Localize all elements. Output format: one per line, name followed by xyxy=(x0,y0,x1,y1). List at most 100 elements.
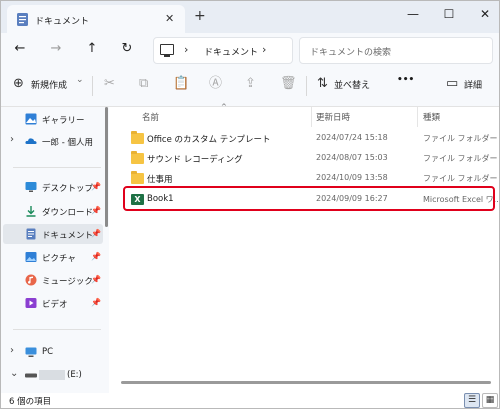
file-row[interactable]: サウンド レコーディング 2024/08/07 15:03 ファイル フォルダー xyxy=(121,149,499,169)
folder-icon xyxy=(131,131,144,144)
gallery-icon xyxy=(25,113,37,125)
column-divider[interactable] xyxy=(311,107,312,127)
close-window-button[interactable]: ✕ xyxy=(475,7,495,21)
video-icon xyxy=(25,298,37,308)
details-pane-button[interactable]: 詳細 xyxy=(464,78,482,91)
command-bar: ⊕ 新規作成 ⌄ ✂ ⧉ 📋 Ⓐ ⇪ 🗑 ⇅ 並べ替え ••• ▭ 詳細 xyxy=(1,66,499,107)
pin-icon[interactable]: 📌 xyxy=(91,229,101,238)
sidebar-item-pc[interactable]: › PC xyxy=(1,342,105,362)
highlight-box xyxy=(123,186,495,211)
chevron-right-icon[interactable]: › xyxy=(10,345,14,356)
sidebar-item-desktop[interactable]: デスクトップ 📌 xyxy=(1,177,105,197)
pin-icon[interactable]: 📌 xyxy=(91,252,101,261)
sidebar-item-label: ピクチャ xyxy=(42,254,76,264)
details-pane-icon: ▭ xyxy=(446,76,459,91)
redacted-drive-name xyxy=(39,370,65,380)
sidebar-item-label: ミュージック xyxy=(42,277,93,287)
navigation-bar: ← → ↑ ↻ › ドキュメント › ドキュメントの検索 xyxy=(1,33,499,66)
back-button[interactable]: ← xyxy=(11,41,29,57)
forward-button[interactable]: → xyxy=(47,41,65,57)
cut-icon[interactable]: ✂ xyxy=(104,77,115,91)
file-name: Office のカスタム テンプレート xyxy=(147,135,271,145)
sidebar-item-videos[interactable]: ビデオ 📌 xyxy=(1,293,105,313)
divider xyxy=(306,76,307,96)
desktop-icon xyxy=(25,182,37,192)
drive-icon xyxy=(25,373,37,378)
file-name: 仕事用 xyxy=(147,175,173,185)
documents-icon xyxy=(26,228,36,240)
tab-close-icon[interactable]: ✕ xyxy=(165,12,174,25)
maximize-button[interactable]: ☐ xyxy=(439,7,459,21)
tab-documents[interactable]: ドキュメント ✕ xyxy=(7,5,185,33)
file-type: ファイル フォルダー xyxy=(423,174,498,183)
sidebar-scrollbar[interactable] xyxy=(105,107,108,227)
divider xyxy=(92,76,93,96)
chevron-right-icon[interactable]: › xyxy=(10,134,14,145)
column-header-name[interactable]: 名前 xyxy=(142,111,159,123)
sidebar-item-label: ドキュメント xyxy=(42,231,94,241)
column-divider[interactable] xyxy=(417,107,418,127)
download-icon xyxy=(26,206,36,217)
status-bar: 6 個の項目 ☰ ▦ xyxy=(1,393,499,408)
breadcrumb-separator-end[interactable]: › xyxy=(262,43,266,56)
pc-icon xyxy=(25,347,37,357)
horizontal-scrollbar[interactable] xyxy=(121,381,491,384)
file-date: 2024/08/07 15:03 xyxy=(316,153,388,162)
folder-icon xyxy=(131,171,144,184)
sidebar-item-pictures[interactable]: ピクチャ 📌 xyxy=(1,247,105,267)
sort-icon: ⇅ xyxy=(317,76,328,91)
chevron-down-icon[interactable]: ⌄ xyxy=(76,75,84,85)
file-name: サウンド レコーディング xyxy=(147,155,243,165)
column-header-type[interactable]: 種類 xyxy=(423,111,440,123)
sidebar-item-label: ダウンロード xyxy=(42,208,94,218)
sidebar-item-music[interactable]: ミュージック 📌 xyxy=(1,270,105,290)
up-button[interactable]: ↑ xyxy=(83,41,101,57)
pictures-icon xyxy=(25,252,37,262)
music-icon xyxy=(25,274,37,286)
sidebar-item-onedrive[interactable]: › 一郎 - 個人用 xyxy=(1,131,105,151)
rename-icon[interactable]: Ⓐ xyxy=(209,77,222,91)
new-icon: ⊕ xyxy=(13,76,24,91)
tiles-view-button[interactable]: ▦ xyxy=(482,393,498,408)
file-explorer-window: ドキュメント ✕ + — ☐ ✕ ← → ↑ ↻ › ドキュメント › ドキュメ… xyxy=(0,0,500,409)
onedrive-icon xyxy=(25,138,37,144)
file-date: 2024/10/09 13:58 xyxy=(316,173,388,182)
copy-icon[interactable]: ⧉ xyxy=(139,77,148,91)
search-input[interactable]: ドキュメントの検索 xyxy=(299,37,493,64)
breadcrumb-separator[interactable]: › xyxy=(184,43,188,56)
details-view-button[interactable]: ☰ xyxy=(464,393,480,408)
new-button[interactable]: 新規作成 xyxy=(31,78,67,91)
pin-icon[interactable]: 📌 xyxy=(91,206,101,215)
file-type: ファイル フォルダー xyxy=(423,154,498,163)
more-options-button[interactable]: ••• xyxy=(397,75,414,85)
file-row[interactable]: Office のカスタム テンプレート 2024/07/24 15:18 ファイ… xyxy=(121,129,499,149)
documents-folder-icon xyxy=(17,13,28,26)
sidebar-item-gallery[interactable]: ギャラリー xyxy=(1,109,105,129)
sidebar-item-documents[interactable]: ドキュメント 📌 xyxy=(3,224,103,244)
pin-icon[interactable]: 📌 xyxy=(91,298,101,307)
new-tab-button[interactable]: + xyxy=(194,8,206,24)
computer-stand-icon xyxy=(164,55,170,57)
chevron-down-icon[interactable]: ⌄ xyxy=(10,368,18,379)
file-date: 2024/07/24 15:18 xyxy=(316,133,388,142)
sort-ascending-icon: ^ xyxy=(221,103,227,111)
address-bar[interactable]: › ドキュメント › xyxy=(153,37,293,64)
tab-title: ドキュメント xyxy=(35,17,90,27)
search-placeholder: ドキュメントの検索 xyxy=(310,48,392,58)
sort-button[interactable]: 並べ替え xyxy=(334,78,370,91)
share-icon[interactable]: ⇪ xyxy=(245,77,256,91)
sidebar-item-downloads[interactable]: ダウンロード 📌 xyxy=(1,201,105,221)
sidebar-item-drive-e[interactable]: ⌄ (E:) xyxy=(1,365,105,385)
breadcrumb-documents[interactable]: ドキュメント xyxy=(204,45,258,58)
minimize-button[interactable]: — xyxy=(403,7,423,21)
pin-icon[interactable]: 📌 xyxy=(91,182,101,191)
delete-icon[interactable]: 🗑 xyxy=(280,77,297,91)
column-header-modified[interactable]: 更新日時 xyxy=(316,111,350,123)
paste-icon[interactable]: 📋 xyxy=(173,77,189,91)
file-type: ファイル フォルダー xyxy=(423,134,498,143)
sidebar-divider xyxy=(13,167,101,168)
sidebar-item-label: PC xyxy=(42,347,54,357)
refresh-button[interactable]: ↻ xyxy=(118,41,136,57)
folder-icon xyxy=(131,151,144,164)
pin-icon[interactable]: 📌 xyxy=(91,275,101,284)
